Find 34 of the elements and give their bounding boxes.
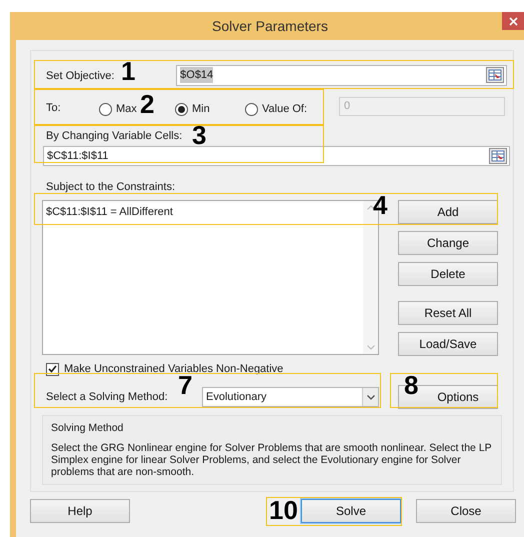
method-label: Select a Solving Method: bbox=[45, 390, 169, 405]
close-icon bbox=[508, 16, 518, 26]
constraint-action-button[interactable]: Add bbox=[398, 200, 498, 224]
annotation-number: 10 bbox=[269, 496, 298, 524]
to-label: To: bbox=[45, 100, 61, 116]
close-button[interactable] bbox=[502, 12, 524, 30]
objective-label: Set Objective: bbox=[46, 70, 114, 82]
constraints-label: Subject to the Constraints: bbox=[46, 180, 176, 194]
description-title: Solving Method bbox=[51, 420, 124, 436]
constraint-action-button[interactable]: Delete bbox=[398, 262, 498, 286]
range-select-icon[interactable] bbox=[486, 67, 504, 83]
method-dropdown[interactable]: Evolutionary bbox=[202, 387, 379, 407]
constraint-item[interactable]: $C$11:$I$11 = AllDifferent bbox=[46, 204, 363, 220]
radio-option[interactable]: Value Of: bbox=[245, 101, 308, 118]
scroll-up-icon[interactable] bbox=[366, 205, 374, 210]
annotation-number: 7 bbox=[178, 371, 192, 399]
window-title: Solver Parameters bbox=[212, 16, 328, 36]
radio-option[interactable]: Max bbox=[99, 101, 137, 118]
dialog-button[interactable]: Help bbox=[30, 499, 130, 523]
objective-field[interactable]: $O$14 bbox=[176, 64, 507, 86]
constraint-action-button[interactable]: Load/Save bbox=[398, 332, 498, 356]
annotation-number: 3 bbox=[192, 121, 206, 149]
check-icon bbox=[48, 365, 57, 374]
description-text: Select the GRG Nonlinear engine for Solver Problems that are smooth nonlinear. Select the LP Simplex engine for linear Solver Problems, and select the Evolutionary engine for Solver problems that are non-smooth. bbox=[51, 442, 492, 478]
annotation-number: 2 bbox=[140, 90, 154, 118]
changing-cells-label: By Changing Variable Cells: bbox=[46, 129, 182, 144]
dialog-button[interactable]: Close bbox=[416, 499, 516, 523]
constraint-action-button[interactable]: Change bbox=[398, 231, 498, 255]
range-select-icon[interactable] bbox=[489, 148, 507, 164]
dialog-button[interactable]: Solve bbox=[301, 499, 401, 523]
radio-option[interactable]: Min bbox=[175, 101, 210, 118]
annotation-number: 1 bbox=[121, 57, 136, 85]
changing-cells-field[interactable]: $C$11:$I$11 bbox=[43, 146, 510, 166]
constraint-action-button[interactable]: Reset All bbox=[398, 301, 498, 325]
